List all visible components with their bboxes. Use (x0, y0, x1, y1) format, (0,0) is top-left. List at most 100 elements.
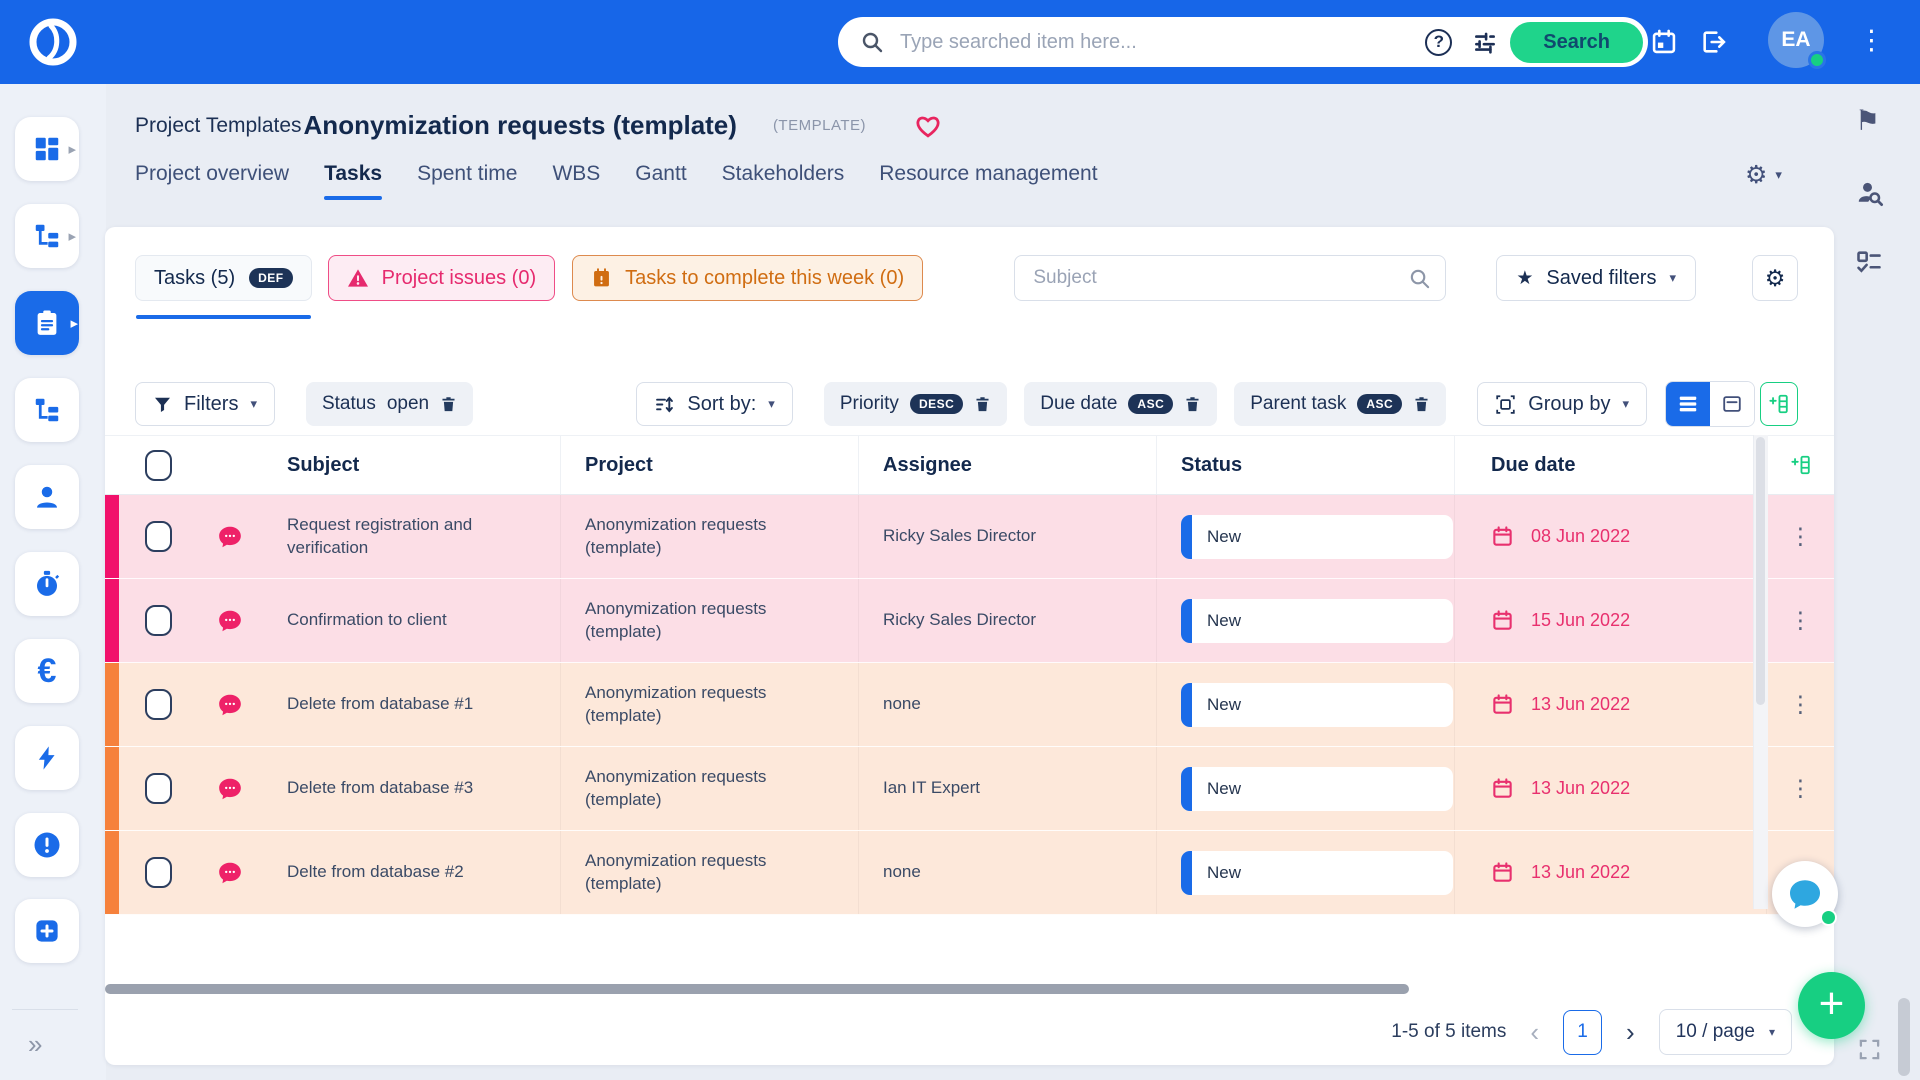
page-settings-button[interactable]: ⚙ ▾ (1745, 160, 1782, 190)
page-size-select[interactable]: 10 / page ▾ (1659, 1009, 1792, 1055)
trash-icon[interactable] (974, 395, 991, 413)
table-view-toggle[interactable] (1666, 382, 1710, 426)
sort-chip-due-date[interactable]: Due date ASC (1024, 382, 1217, 426)
table-row[interactable]: Confirmation to client Anonymization req… (105, 579, 1834, 663)
tab-stakeholders[interactable]: Stakeholders (722, 162, 845, 196)
trash-icon[interactable] (440, 395, 457, 413)
group-by-button[interactable]: Group by ▾ (1477, 382, 1647, 426)
status-pill[interactable]: New (1181, 767, 1453, 811)
column-header-assignee[interactable]: Assignee (859, 436, 1157, 494)
tab-wbs[interactable]: WBS (552, 162, 600, 196)
filters-button[interactable]: Filters ▾ (135, 382, 275, 426)
task-subject[interactable]: Delete from database #1 (287, 693, 491, 715)
table-row[interactable]: Delete from database #1 Anonymization re… (105, 663, 1834, 747)
global-search-input[interactable] (898, 30, 1417, 55)
task-subject[interactable]: Request registration and verification (287, 514, 560, 559)
row-checkbox[interactable] (145, 605, 172, 636)
app-logo[interactable] (26, 15, 80, 69)
row-checkbox[interactable] (145, 773, 172, 804)
current-page-button[interactable]: 1 (1563, 1010, 1602, 1055)
list-settings-button[interactable]: ⚙ (1752, 255, 1798, 301)
chat-widget-button[interactable] (1772, 861, 1838, 927)
search-button[interactable]: Search (1510, 22, 1643, 63)
tab-tasks[interactable]: Tasks (324, 162, 382, 196)
tab-project-overview[interactable]: Project overview (135, 162, 289, 196)
trash-icon[interactable] (1184, 395, 1201, 413)
logout-icon[interactable] (1700, 28, 1728, 56)
comments-icon[interactable] (197, 777, 263, 801)
row-menu-button[interactable]: ⋮ (1789, 777, 1812, 800)
table-row[interactable]: Delete from database #3 Anonymization re… (105, 747, 1834, 831)
tab-project-issues[interactable]: Project issues (0) (328, 255, 556, 301)
comments-icon[interactable] (197, 525, 263, 549)
subject-search-input[interactable] (1031, 266, 1408, 290)
trash-icon[interactable] (1413, 395, 1430, 413)
sidebar-item-alerts[interactable] (15, 813, 79, 877)
sort-by-button[interactable]: Sort by: ▾ (636, 382, 792, 426)
table-vertical-scrollbar[interactable] (1753, 435, 1768, 909)
row-checkbox[interactable] (145, 689, 172, 720)
status-pill[interactable]: New (1181, 683, 1453, 727)
tab-resource-management[interactable]: Resource management (879, 162, 1097, 196)
sort-chip-parent-task[interactable]: Parent task ASC (1234, 382, 1446, 426)
help-icon[interactable]: ? (1425, 29, 1452, 56)
filter-chip-status[interactable]: Status open (306, 382, 473, 426)
comments-icon[interactable] (197, 693, 263, 717)
checklist-icon[interactable] (1855, 248, 1883, 276)
user-search-icon[interactable] (1855, 178, 1885, 208)
task-subject[interactable]: Delte from database #2 (287, 861, 482, 883)
table-row[interactable]: Request registration and verification An… (105, 495, 1834, 579)
table-row[interactable]: Delte from database #2 Anonymization req… (105, 831, 1834, 915)
comments-icon[interactable] (197, 861, 263, 885)
row-menu-button[interactable]: ⋮ (1789, 693, 1812, 716)
header-more-menu[interactable]: ⋮ (1858, 24, 1885, 56)
row-checkbox[interactable] (145, 521, 172, 552)
sidebar-item-add-new[interactable] (15, 899, 79, 963)
tab-tasks-this-week[interactable]: Tasks to complete this week (0) (572, 255, 923, 301)
flag-icon[interactable]: ⚑ (1855, 104, 1880, 137)
task-subject[interactable]: Confirmation to client (287, 609, 465, 631)
saved-filters-button[interactable]: ★ Saved filters ▾ (1496, 255, 1696, 301)
add-column-button[interactable] (1760, 382, 1798, 426)
row-menu-button[interactable]: ⋮ (1789, 525, 1812, 548)
sidebar-collapse-button[interactable]: » (28, 1029, 42, 1060)
status-pill[interactable]: New (1181, 515, 1453, 559)
favorite-heart-icon[interactable] (914, 113, 942, 139)
row-checkbox[interactable] (145, 857, 172, 888)
card-view-toggle[interactable] (1710, 382, 1754, 426)
column-header-project[interactable]: Project (561, 436, 859, 494)
sidebar-item-finance[interactable]: € (15, 639, 79, 703)
sidebar-item-projects-tree[interactable]: ▸ (15, 204, 79, 268)
avatar[interactable]: EA (1768, 12, 1824, 68)
column-header-status[interactable]: Status (1157, 436, 1455, 494)
sidebar-item-wbs[interactable] (15, 378, 79, 442)
sort-chip-priority[interactable]: Priority DESC (824, 382, 1007, 426)
sidebar-item-time-tracking[interactable] (15, 552, 79, 616)
header-add-column[interactable] (1767, 454, 1834, 476)
search-filters-icon[interactable] (1472, 29, 1498, 55)
table-horizontal-scrollbar[interactable] (105, 984, 1409, 994)
fullscreen-icon[interactable] (1858, 1038, 1881, 1061)
status-pill[interactable]: New (1181, 599, 1453, 643)
breadcrumb-parent[interactable]: Project Templates (135, 114, 302, 138)
sidebar-item-quick-actions[interactable] (15, 726, 79, 790)
select-all-checkbox[interactable] (145, 450, 172, 481)
calendar-icon[interactable] (1650, 28, 1678, 56)
tab-spent-time[interactable]: Spent time (417, 162, 517, 196)
status-pill[interactable]: New (1181, 851, 1453, 895)
add-new-fab[interactable]: + (1798, 972, 1865, 1039)
task-subject[interactable]: Delete from database #3 (287, 777, 491, 799)
page-scrollbar-thumb[interactable] (1898, 998, 1910, 1076)
sidebar-item-dashboards[interactable]: ▸ (15, 117, 79, 181)
next-page-button[interactable]: › (1626, 1019, 1635, 1045)
sidebar-item-users[interactable] (15, 465, 79, 529)
column-header-due-date[interactable]: Due date (1455, 436, 1767, 494)
sidebar-item-tasks[interactable]: ▸ (15, 291, 79, 355)
search-icon[interactable] (1408, 267, 1431, 290)
previous-page-button[interactable]: ‹ (1530, 1019, 1539, 1045)
tab-gantt[interactable]: Gantt (635, 162, 686, 196)
column-header-subject[interactable]: Subject (263, 436, 561, 494)
row-menu-button[interactable]: ⋮ (1789, 609, 1812, 632)
scrollbar-thumb[interactable] (1756, 437, 1765, 705)
tab-tasks-filter[interactable]: Tasks (5) DEF (135, 255, 312, 301)
